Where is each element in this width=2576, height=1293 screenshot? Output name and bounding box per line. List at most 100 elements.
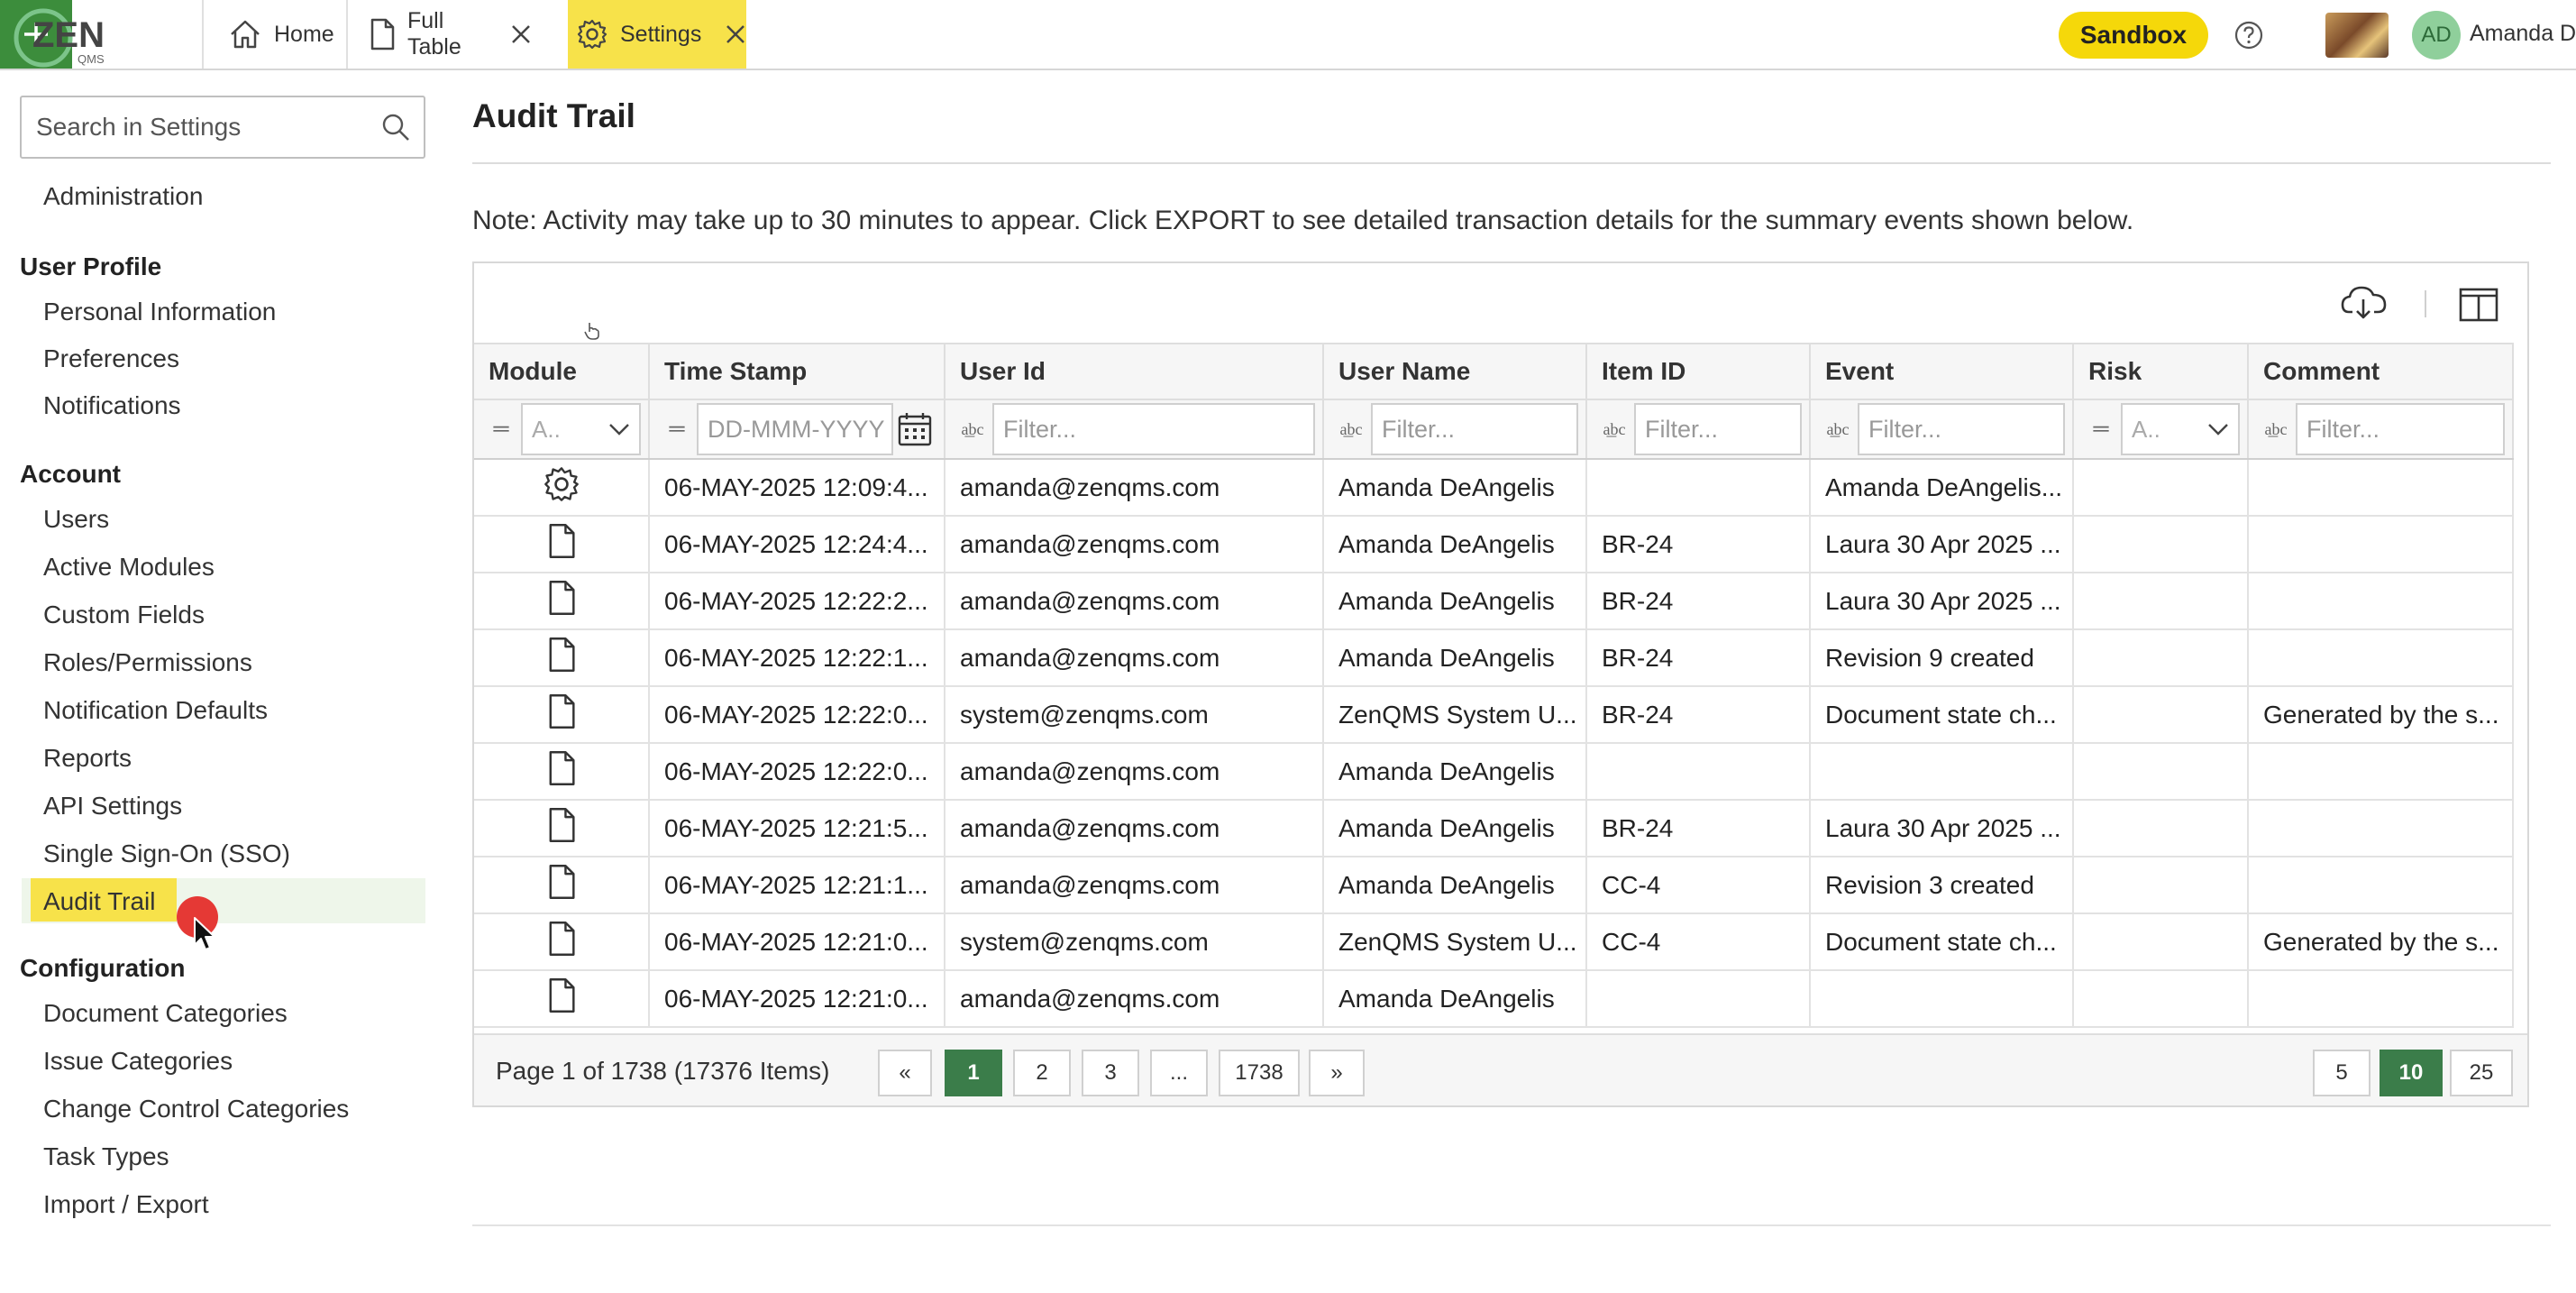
page-size-10-button[interactable]: 10: [2380, 1050, 2443, 1096]
table-row[interactable]: 06-MAY-2025 12:21:5... amanda@zenqms.com A…: [474, 800, 2514, 857]
table-row[interactable]: 06-MAY-2025 12:22:0... system@zenqms.com Z…: [474, 686, 2514, 744]
cloud-download-icon[interactable]: [2340, 283, 2389, 327]
column-header-risk[interactable]: Risk: [2073, 343, 2249, 400]
text-filter-icon[interactable]: a͟bc: [1594, 403, 1634, 455]
sidebar-item-administration[interactable]: Administration: [43, 182, 203, 211]
cell-user-id: amanda@zenqms.com: [945, 800, 1324, 857]
table-row[interactable]: 06-MAY-2025 12:21:1... amanda@zenqms.com A…: [474, 857, 2514, 914]
equals-operator-icon[interactable]: ═: [657, 403, 697, 455]
table-row[interactable]: 06-MAY-2025 12:22:1... amanda@zenqms.com A…: [474, 629, 2514, 687]
sidebar-item-api-settings[interactable]: API Settings: [43, 792, 182, 821]
cell-user-name: Amanda DeAngelis: [1323, 743, 1587, 801]
mouse-cursor-icon: [193, 916, 218, 957]
comment-filter-input[interactable]: Filter...: [2296, 403, 2505, 455]
cell-time-stamp: 06-MAY-2025 12:22:0...: [649, 743, 945, 801]
zenqms-logo[interactable]: ZEN QMS: [13, 4, 202, 68]
user-name[interactable]: Amanda D: [2470, 21, 2576, 47]
sidebar-item-issue-categories[interactable]: Issue Categories: [43, 1047, 233, 1076]
text-filter-icon[interactable]: a͟bc: [1331, 403, 1371, 455]
sidebar-item-personal-information[interactable]: Personal Information: [43, 298, 276, 326]
page-button-last-number[interactable]: 1738: [1219, 1050, 1300, 1096]
page-ellipsis-button[interactable]: ...: [1150, 1050, 1208, 1096]
sidebar-item-users[interactable]: Users: [43, 505, 109, 534]
module-filter-select[interactable]: A..: [521, 403, 641, 455]
event-filter-input[interactable]: Filter...: [1858, 403, 2065, 455]
timestamp-filter-input[interactable]: DD-MMM-YYYY: [697, 403, 893, 455]
risk-filter-select[interactable]: A..: [2121, 403, 2240, 455]
text-filter-icon[interactable]: a͟bc: [1818, 403, 1858, 455]
page-button-2[interactable]: 2: [1013, 1050, 1071, 1096]
table-row[interactable]: 06-MAY-2025 12:22:0... amanda@zenqms.com A…: [474, 743, 2514, 801]
cell-user-id: amanda@zenqms.com: [945, 459, 1324, 517]
cell-module: [474, 686, 650, 744]
sidebar-section-configuration: Configuration: [20, 954, 186, 982]
workspace-thumbnail[interactable]: [2325, 13, 2389, 58]
logo-text: ZEN: [32, 15, 105, 55]
column-header-module[interactable]: Module: [474, 343, 650, 400]
column-chooser-icon[interactable]: [2459, 287, 2498, 327]
filter-cell-comment: a͟bc Filter...: [2248, 399, 2514, 460]
equals-operator-icon[interactable]: ═: [2081, 403, 2121, 455]
close-icon[interactable]: [510, 23, 532, 45]
text-filter-icon[interactable]: a͟bc: [2256, 403, 2296, 455]
sidebar-item-roles-permissions[interactable]: Roles/Permissions: [43, 648, 252, 677]
page-size-5-button[interactable]: 5: [2313, 1050, 2370, 1096]
sidebar-item-audit-trail[interactable]: Audit Trail: [43, 887, 156, 916]
close-icon[interactable]: [725, 23, 746, 45]
sidebar-item-notifications[interactable]: Notifications: [43, 391, 181, 420]
sidebar-item-notification-defaults[interactable]: Notification Defaults: [43, 696, 268, 725]
table-row[interactable]: 06-MAY-2025 12:21:0... system@zenqms.com Z…: [474, 913, 2514, 971]
cell-comment: [2248, 970, 2514, 1028]
equals-operator-icon[interactable]: ═: [481, 403, 521, 455]
sandbox-badge[interactable]: Sandbox: [2059, 12, 2208, 59]
column-header-user-name[interactable]: User Name: [1323, 343, 1587, 400]
column-header-user-id[interactable]: User Id: [945, 343, 1324, 400]
table-row[interactable]: 06-MAY-2025 12:21:0... amanda@zenqms.com A…: [474, 970, 2514, 1028]
column-header-item-id[interactable]: Item ID: [1586, 343, 1811, 400]
sidebar-item-custom-fields[interactable]: Custom Fields: [43, 601, 205, 629]
page-title: Audit Trail: [472, 97, 635, 134]
document-icon: [370, 18, 395, 50]
cell-time-stamp: 06-MAY-2025 12:21:1...: [649, 857, 945, 914]
table-row[interactable]: 06-MAY-2025 12:22:2... amanda@zenqms.com A…: [474, 573, 2514, 630]
sidebar-item-import-export[interactable]: Import / Export: [43, 1190, 209, 1219]
page-size-25-button[interactable]: 25: [2450, 1050, 2513, 1096]
cell-event: Amanda DeAngelis...: [1810, 459, 2074, 517]
last-page-button[interactable]: »: [1309, 1050, 1365, 1096]
sidebar-item-reports[interactable]: Reports: [43, 744, 132, 773]
user-name-filter-input[interactable]: Filter...: [1371, 403, 1578, 455]
sidebar-item-document-categories[interactable]: Document Categories: [43, 999, 288, 1028]
column-header-comment[interactable]: Comment: [2248, 343, 2514, 400]
sidebar-item-active-modules[interactable]: Active Modules: [43, 553, 215, 582]
gear-icon: [577, 19, 607, 50]
avatar[interactable]: AD: [2412, 11, 2461, 60]
text-filter-icon[interactable]: a͟bc: [953, 403, 992, 455]
cell-risk: [2073, 686, 2249, 744]
table-row[interactable]: 06-MAY-2025 12:24:4... amanda@zenqms.com A…: [474, 516, 2514, 573]
help-icon[interactable]: [2233, 20, 2264, 55]
column-header-time-stamp[interactable]: Time Stamp: [649, 343, 945, 400]
tab-settings[interactable]: Settings: [568, 0, 746, 69]
page-button-3[interactable]: 3: [1082, 1050, 1139, 1096]
cell-risk: [2073, 629, 2249, 687]
sidebar-item-sso[interactable]: Single Sign-On (SSO): [43, 839, 290, 868]
cell-module: [474, 970, 650, 1028]
tab-full-table[interactable]: Full Table: [346, 0, 553, 69]
home-icon: [229, 19, 261, 50]
sidebar-item-change-control-categories[interactable]: Change Control Categories: [43, 1095, 349, 1123]
table-row[interactable]: 06-MAY-2025 12:09:4... amanda@zenqms.com A…: [474, 459, 2514, 517]
tab-home[interactable]: Home: [202, 0, 346, 69]
sidebar-item-task-types[interactable]: Task Types: [43, 1142, 169, 1171]
user-id-filter-input[interactable]: Filter...: [992, 403, 1315, 455]
module-filter-value: A..: [532, 415, 561, 443]
document-icon: [547, 524, 576, 564]
column-header-event[interactable]: Event: [1810, 343, 2074, 400]
search-icon[interactable]: [380, 112, 411, 142]
cell-risk: [2073, 970, 2249, 1028]
sidebar-item-preferences[interactable]: Preferences: [43, 344, 179, 373]
calendar-icon[interactable]: [893, 411, 936, 447]
first-page-button[interactable]: «: [878, 1050, 932, 1096]
page-button-1[interactable]: 1: [945, 1050, 1002, 1096]
item-id-filter-input[interactable]: Filter...: [1634, 403, 1802, 455]
settings-search-input[interactable]: Search in Settings: [20, 96, 425, 159]
